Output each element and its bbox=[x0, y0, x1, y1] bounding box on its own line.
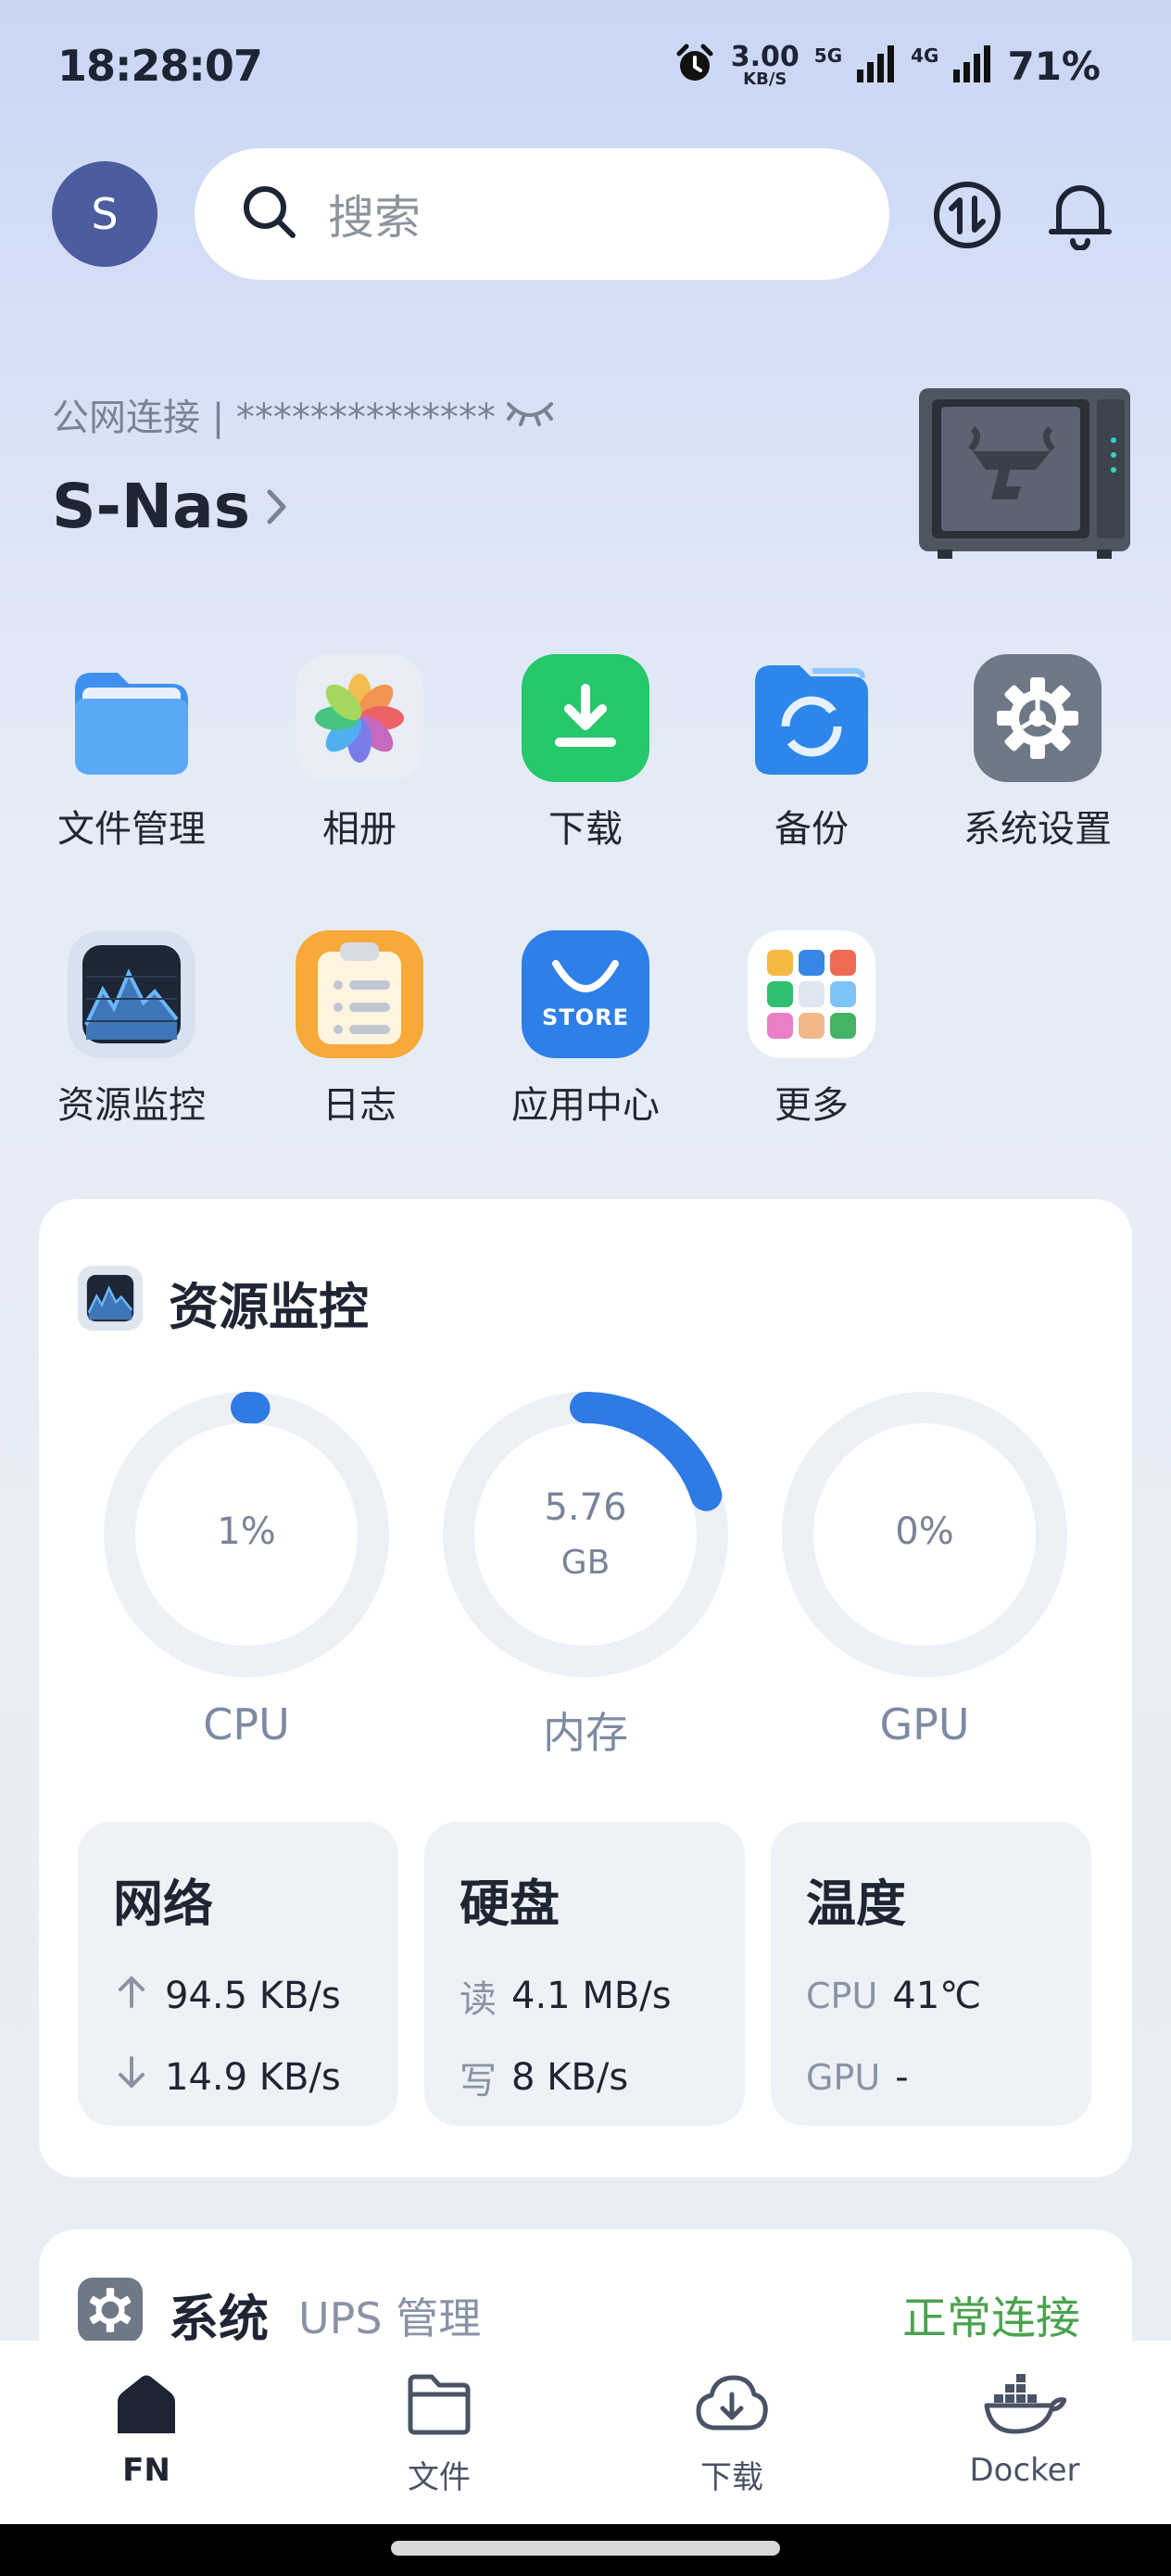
nav-label: 文件 bbox=[408, 2459, 471, 2496]
app-download[interactable]: 下载 bbox=[493, 654, 678, 852]
temp-gpu: - bbox=[895, 2056, 909, 2099]
monitor-icon bbox=[78, 1266, 143, 1331]
disk-write-label: 写 bbox=[460, 2060, 497, 2102]
cpu-value: 1% bbox=[217, 1510, 276, 1553]
app-log[interactable]: 日志 bbox=[267, 930, 452, 1129]
status-icons: 3.00 KB/S 5G 4G 71% bbox=[674, 43, 1101, 89]
cpu-gauge: 1% bbox=[102, 1390, 391, 1679]
gear-icon bbox=[78, 2278, 143, 2342]
more-apps-icon bbox=[748, 930, 875, 1058]
home-indicator[interactable] bbox=[391, 2541, 780, 2556]
gpu-value: 0% bbox=[895, 1510, 954, 1553]
network-speed-unit: KB/S bbox=[743, 69, 787, 89]
temperature-title: 温度 bbox=[806, 1875, 906, 1933]
app-store[interactable]: STORE 应用中心 bbox=[493, 930, 678, 1129]
memory-gauge: 5.76 GB bbox=[441, 1390, 730, 1679]
transfer-icon[interactable] bbox=[928, 176, 1006, 254]
disk-title: 硬盘 bbox=[460, 1875, 560, 1933]
gear-icon bbox=[974, 654, 1102, 782]
system-card-subtitle: UPS 管理 bbox=[298, 2293, 482, 2343]
network-title: 网络 bbox=[113, 1875, 213, 1933]
monitor-icon bbox=[68, 930, 195, 1058]
app-label: 日志 bbox=[322, 1084, 397, 1127]
gpu-label: GPU bbox=[879, 1699, 970, 1749]
app-label: 备份 bbox=[774, 808, 849, 851]
app-backup[interactable]: 备份 bbox=[719, 654, 904, 852]
app-file-manager[interactable]: 文件管理 bbox=[39, 654, 224, 852]
nav-files[interactable]: 文件 bbox=[346, 2372, 532, 2497]
nav-label: Docker bbox=[969, 2452, 1080, 2489]
nav-label: FN bbox=[122, 2452, 170, 2489]
nav-download[interactable]: 下载 bbox=[639, 2372, 825, 2497]
memory-unit: GB bbox=[560, 1544, 611, 1582]
chevron-right-icon bbox=[265, 471, 289, 542]
sim2-type: 4G bbox=[911, 44, 939, 67]
backup-icon bbox=[748, 654, 875, 782]
arrow-down-icon bbox=[113, 2054, 150, 2101]
store-icon: STORE bbox=[522, 930, 649, 1058]
network-card: 网络 94.5 KB/s 14.9 KB/s bbox=[78, 1822, 398, 2126]
battery-level: 71% bbox=[1007, 43, 1101, 89]
temp-gpu-label: GPU bbox=[806, 2057, 881, 2098]
arrow-up-icon bbox=[113, 1973, 150, 2019]
network-upload: 94.5 KB/s bbox=[165, 1975, 341, 2017]
app-label: 下载 bbox=[548, 808, 623, 851]
disk-card: 硬盘 读 4.1 MB/s 写 8 KB/s bbox=[424, 1822, 745, 2126]
eye-closed-icon[interactable] bbox=[505, 393, 555, 436]
gpu-gauge: 0% bbox=[780, 1390, 1069, 1679]
temperature-card: 温度 CPU 41℃ GPU - bbox=[771, 1822, 1091, 2126]
signal-icon bbox=[857, 45, 896, 86]
nav-fn[interactable]: FN bbox=[54, 2372, 239, 2489]
monitor-card-title: 资源监控 bbox=[169, 1278, 369, 1336]
nav-docker[interactable]: Docker bbox=[932, 2372, 1117, 2489]
nav-label: 下载 bbox=[700, 2459, 763, 2496]
connection-info: 公网连接 | ************** bbox=[52, 387, 555, 441]
log-icon bbox=[296, 930, 423, 1058]
search-placeholder: 搜索 bbox=[328, 191, 421, 245]
bell-icon[interactable] bbox=[1041, 174, 1119, 252]
app-label: 更多 bbox=[774, 1084, 849, 1127]
memory-value: 5.76 bbox=[544, 1486, 627, 1529]
memory-label: 内存 bbox=[543, 1708, 628, 1758]
device-name-link[interactable]: S-Nas bbox=[52, 471, 289, 542]
disk-read: 4.1 MB/s bbox=[511, 1975, 672, 2017]
app-label: 相册 bbox=[322, 808, 397, 851]
cpu-label: CPU bbox=[203, 1699, 290, 1749]
disk-read-label: 读 bbox=[460, 1978, 497, 2021]
folder-icon bbox=[68, 654, 195, 782]
sim1-type: 5G bbox=[813, 44, 843, 67]
home-icon bbox=[114, 2372, 179, 2441]
photos-icon bbox=[296, 654, 423, 782]
disk-write: 8 KB/s bbox=[511, 2056, 629, 2099]
network-speed-value: 3.00 bbox=[730, 41, 800, 73]
avatar[interactable]: S bbox=[52, 161, 157, 267]
app-label: 系统设置 bbox=[963, 808, 1112, 851]
alarm-icon bbox=[674, 43, 716, 89]
search-bar[interactable]: 搜索 bbox=[195, 148, 889, 280]
store-icon-text: STORE bbox=[542, 1004, 629, 1030]
network-download: 14.9 KB/s bbox=[165, 2056, 341, 2099]
search-icon bbox=[239, 182, 300, 246]
cloud-download-icon bbox=[695, 2372, 769, 2441]
temp-cpu-label: CPU bbox=[806, 1976, 878, 2016]
docker-icon bbox=[983, 2372, 1067, 2441]
nas-device-image bbox=[917, 385, 1132, 561]
app-more[interactable]: 更多 bbox=[719, 930, 904, 1129]
system-status: 正常连接 bbox=[901, 2292, 1080, 2344]
app-label: 文件管理 bbox=[57, 808, 206, 851]
temp-cpu: 41℃ bbox=[892, 1975, 982, 2017]
network-speed: 3.00 KB/S bbox=[731, 44, 800, 88]
device-name: S-Nas bbox=[52, 471, 250, 542]
connection-text: 公网连接 | ************** bbox=[52, 397, 496, 439]
app-label: 应用中心 bbox=[511, 1084, 660, 1127]
download-icon bbox=[522, 654, 649, 782]
folder-outline-icon bbox=[406, 2372, 472, 2441]
app-resource-monitor[interactable]: 资源监控 bbox=[39, 930, 224, 1129]
status-time: 18:28:07 bbox=[57, 41, 263, 91]
app-photos[interactable]: 相册 bbox=[267, 654, 452, 852]
app-system-settings[interactable]: 系统设置 bbox=[945, 654, 1130, 852]
app-label: 资源监控 bbox=[57, 1084, 206, 1127]
signal-icon bbox=[953, 45, 992, 86]
